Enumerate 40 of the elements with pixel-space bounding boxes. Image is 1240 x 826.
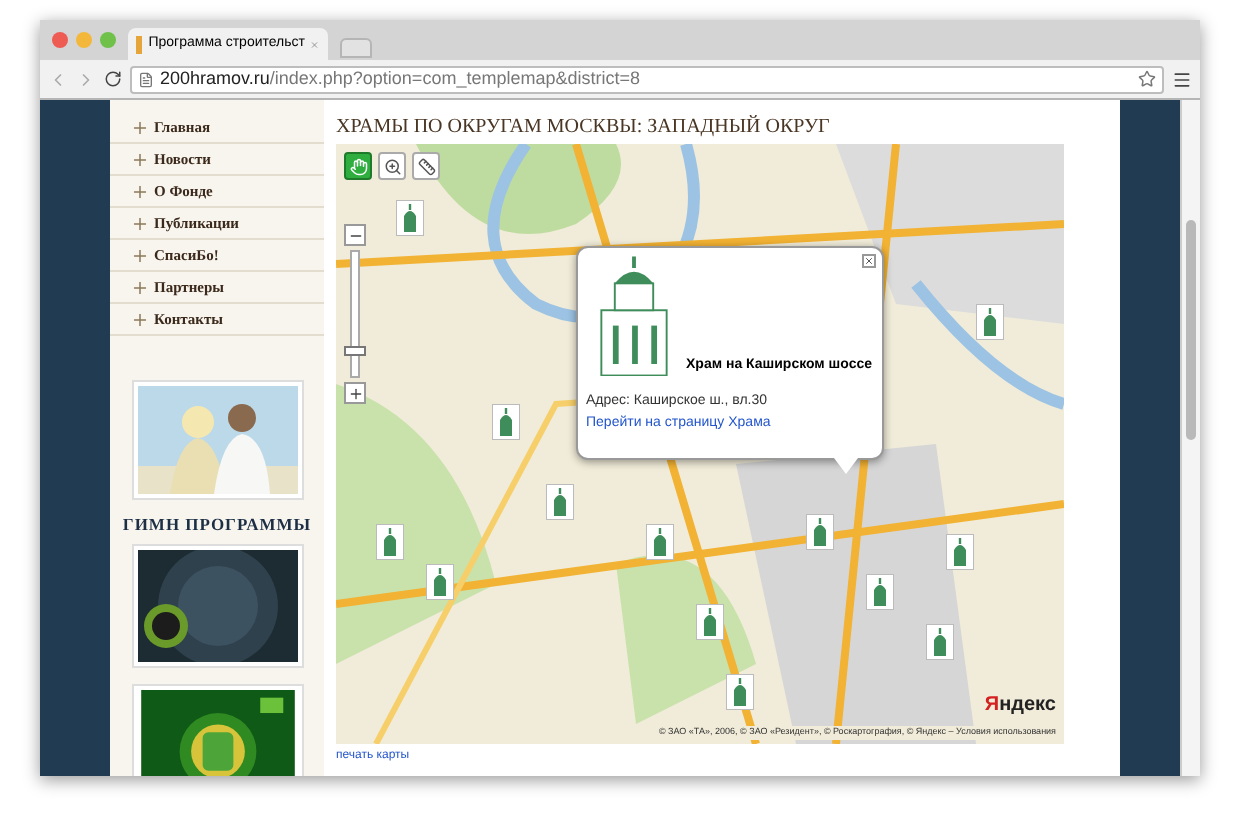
church-marker-icon[interactable] <box>726 674 754 710</box>
menu-icon[interactable] <box>1172 69 1192 89</box>
cross-bullet-icon <box>134 153 146 165</box>
zoom-in-button[interactable] <box>344 382 366 404</box>
ruler-tool-button[interactable] <box>412 152 440 180</box>
address-field[interactable]: 200hramov.ru/index.php?option=com_templemap&district=8 <box>130 65 1164 93</box>
map-logo: Яндекс <box>984 692 1056 720</box>
church-marker-icon[interactable] <box>866 574 894 610</box>
church-marker-icon[interactable] <box>926 624 954 660</box>
close-popup-icon[interactable] <box>862 254 876 268</box>
zoom-slider-track[interactable] <box>350 250 360 378</box>
bookmark-star-icon[interactable] <box>1138 70 1156 88</box>
cross-bullet-icon <box>134 185 146 197</box>
cross-bullet-icon <box>134 281 146 293</box>
cross-bullet-icon <box>134 313 146 325</box>
church-marker-icon[interactable] <box>696 604 724 640</box>
plus-icon <box>347 385 363 401</box>
cross-bullet-icon <box>134 249 146 261</box>
church-marker-icon[interactable] <box>376 524 404 560</box>
church-marker-icon[interactable] <box>946 534 974 570</box>
church-marker-icon[interactable] <box>646 524 674 560</box>
cross-bullet-icon <box>134 121 146 133</box>
church-marker-icon[interactable] <box>396 200 424 236</box>
popup-tail-icon <box>834 458 858 474</box>
reload-icon[interactable] <box>104 70 122 88</box>
cross-bullet-icon <box>134 217 146 229</box>
close-window-icon[interactable] <box>52 32 68 48</box>
church-marker-icon[interactable] <box>426 564 454 600</box>
page-title: ХРАМЫ ПО ОКРУГАМ МОСКВЫ: ЗАПАДНЫЙ ОКРУГ <box>336 113 832 140</box>
church-marker-icon[interactable] <box>546 484 574 520</box>
zoom-slider-thumb[interactable] <box>344 346 366 357</box>
church-marker-icon[interactable] <box>492 404 520 440</box>
hand-tool-button[interactable] <box>344 152 372 180</box>
page-icon <box>138 71 154 87</box>
zoom-tool-button[interactable] <box>378 152 406 180</box>
anthem-heading: ГИМН ПРОГРАММЫ <box>122 512 312 538</box>
zoom-out-button[interactable] <box>344 224 366 246</box>
scrollbar[interactable] <box>1180 100 1200 776</box>
church-marker-icon[interactable] <box>806 514 834 550</box>
church-marker-icon[interactable] <box>976 304 1004 340</box>
